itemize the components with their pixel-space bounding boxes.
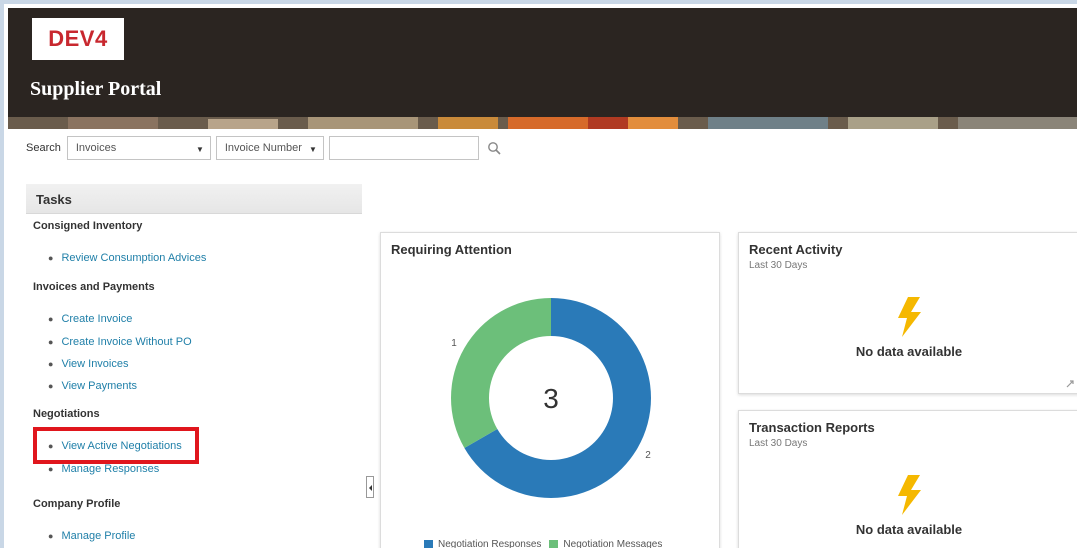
search-label: Search: [26, 142, 61, 154]
link-label[interactable]: Manage Responses: [61, 463, 159, 475]
link-view-invoices[interactable]: ● View Invoices: [48, 358, 129, 370]
panel-collapse-handle[interactable]: [366, 476, 374, 498]
section-negotiations: Negotiations: [33, 408, 100, 420]
legend-label: Negotiation Responses: [438, 539, 542, 548]
donut-center-total: 3: [543, 383, 559, 414]
transaction-reports-card: Transaction Reports Last 30 Days No data…: [738, 410, 1077, 548]
page-title[interactable]: Supplier Portal: [30, 78, 161, 101]
bullet-icon: ●: [48, 464, 54, 474]
link-create-invoice[interactable]: ● Create Invoice: [48, 313, 132, 325]
legend-swatch: [549, 540, 559, 548]
donut-slice-negotiation-messages[interactable]: [451, 298, 551, 448]
bullet-icon: ●: [48, 359, 54, 369]
resize-icon[interactable]: [1065, 379, 1075, 389]
link-view-payments[interactable]: ● View Payments: [48, 380, 137, 392]
search-field-value: Invoice Number: [224, 142, 302, 154]
environment-badge: DEV4: [32, 18, 124, 60]
chevron-down-icon: ▼: [195, 145, 204, 154]
bullet-icon: ●: [48, 381, 54, 391]
no-data-message: No data available: [855, 344, 963, 359]
app-frame: DEV4 Supplier Portal Search Invoices ▼ I…: [0, 0, 1077, 548]
link-label[interactable]: View Payments: [61, 380, 137, 392]
search-input[interactable]: [328, 136, 479, 160]
search-field-select[interactable]: Invoice Number ▼: [215, 136, 324, 160]
slice-data-label: 1: [451, 338, 457, 349]
bullet-icon: ●: [48, 531, 54, 541]
card-subtitle: Last 30 Days: [749, 260, 808, 271]
link-label[interactable]: Create Invoice Without PO: [61, 336, 191, 348]
card-title: Recent Activity: [749, 242, 843, 257]
link-label[interactable]: Manage Profile: [61, 530, 135, 542]
bullet-icon: ●: [48, 253, 54, 263]
section-consigned-inventory: Consigned Inventory: [33, 220, 143, 232]
lightning-bolt-icon: [898, 475, 921, 515]
tasks-panel-header: Tasks: [26, 184, 362, 214]
donut-chart: 2 1 3: [451, 298, 651, 498]
section-invoices-and-payments: Invoices and Payments: [33, 281, 155, 293]
link-create-invoice-without-po[interactable]: ● Create Invoice Without PO: [48, 336, 192, 348]
chevron-down-icon: ▼: [308, 145, 317, 154]
card-title: Transaction Reports: [749, 420, 875, 435]
search-icon[interactable]: [487, 141, 501, 155]
bullet-icon: ●: [48, 314, 54, 324]
recent-activity-card: Recent Activity Last 30 Days No data ava…: [738, 232, 1077, 394]
legend-item-messages: Negotiation Messages: [549, 539, 662, 548]
link-manage-responses[interactable]: ● Manage Responses: [48, 463, 159, 475]
bullet-icon: ●: [48, 337, 54, 347]
legend-swatch: [424, 540, 433, 548]
card-subtitle: Last 30 Days: [749, 438, 808, 449]
section-company-profile: Company Profile: [33, 498, 121, 510]
legend-item-responses: Negotiation Responses: [424, 539, 541, 548]
legend-label: Negotiation Messages: [563, 539, 663, 548]
slice-data-label: 2: [645, 450, 651, 461]
lightning-bolt-icon: [898, 297, 921, 337]
link-review-consumption-advices[interactable]: ● Review Consumption Advices: [48, 252, 206, 264]
highlight-annotation-box: [33, 427, 199, 464]
card-title: Requiring Attention: [391, 242, 512, 257]
header-decorative-band: [8, 117, 1077, 129]
portal-header: DEV4 Supplier Portal: [8, 8, 1077, 129]
search-bar: Search Invoices ▼ Invoice Number ▼: [26, 135, 501, 161]
search-category-value: Invoices: [75, 142, 117, 154]
link-label[interactable]: Create Invoice: [61, 313, 132, 325]
search-category-select[interactable]: Invoices ▼: [66, 136, 211, 160]
chart-legend: Negotiation Responses Negotiation Messag…: [424, 539, 670, 548]
link-label[interactable]: View Invoices: [61, 358, 128, 370]
link-label[interactable]: Review Consumption Advices: [61, 252, 206, 264]
link-manage-profile[interactable]: ● Manage Profile: [48, 530, 135, 542]
no-data-message: No data available: [855, 522, 963, 537]
